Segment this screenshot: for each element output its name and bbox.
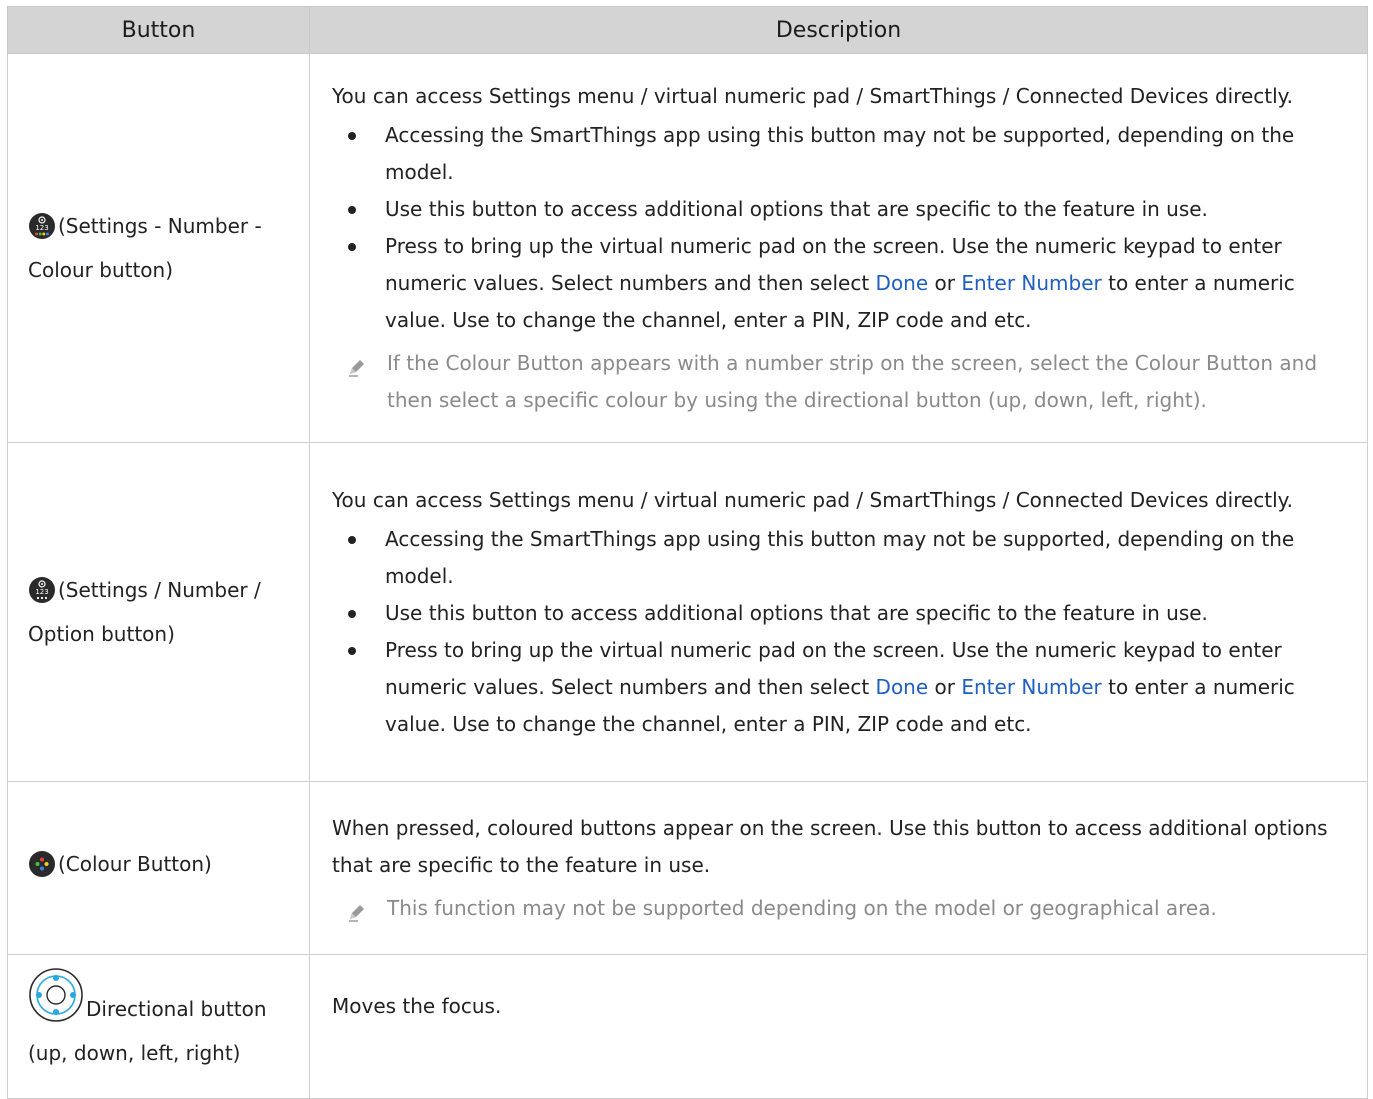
list-item: Use this button to access additional opt…: [348, 595, 1349, 632]
pencil-icon: [346, 898, 368, 922]
list-item: Accessing the SmartThings app using this…: [348, 117, 1349, 191]
table-row: 123 (Settings / Number / Option button) …: [7, 442, 1368, 782]
list-item: Accessing the SmartThings app using this…: [348, 521, 1349, 595]
text-fragment: or: [928, 270, 962, 295]
description-intro: Moves the focus.: [332, 994, 502, 1018]
button-cell: Directional button (up, down, left, righ…: [7, 954, 310, 1099]
remote-buttons-table: Button Description 123 (Settings - Numbe…: [7, 6, 1368, 1099]
button-cell: 123 (Settings - Number - Colour button): [7, 53, 310, 443]
text-fragment: or: [928, 674, 962, 699]
done-link[interactable]: Done: [876, 675, 929, 699]
description-intro: You can access Settings menu / virtual n…: [332, 83, 1294, 108]
directional-button-icon: [28, 967, 84, 1035]
svg-text:123: 123: [35, 588, 48, 596]
svg-text:123: 123: [35, 224, 48, 232]
button-label: (Colour Button): [58, 852, 212, 876]
description-cell: Moves the focus.: [309, 954, 1368, 1099]
button-label: (Settings - Number - Colour button): [28, 213, 262, 282]
button-cell: 123 (Settings / Number / Option button): [7, 442, 310, 782]
list-item: Press to bring up the virtual numeric pa…: [348, 228, 1349, 339]
table-header-row: Button Description: [7, 6, 1368, 54]
table-row: Directional button (up, down, left, righ…: [7, 954, 1368, 1099]
list-item: Press to bring up the virtual numeric pa…: [348, 632, 1349, 743]
bullet-list: Accessing the SmartThings app using this…: [332, 521, 1349, 743]
note: This function may not be supported depen…: [332, 890, 1349, 927]
header-button: Button: [7, 6, 310, 54]
description-cell: You can access Settings menu / virtual n…: [309, 53, 1368, 443]
settings-number-option-icon: 123: [28, 576, 56, 616]
enter-number-link[interactable]: Enter Number: [961, 271, 1101, 295]
button-cell: (Colour Button): [7, 781, 310, 955]
note-text: If the Colour Button appears with a numb…: [387, 350, 1318, 412]
colour-button-icon: [28, 850, 56, 890]
pencil-icon: [346, 353, 368, 377]
button-label: (Settings / Number / Option button): [28, 577, 261, 646]
note-text: This function may not be supported depen…: [387, 895, 1217, 920]
description-cell: You can access Settings menu / virtual n…: [309, 442, 1368, 782]
bullet-list: Accessing the SmartThings app using this…: [332, 117, 1349, 339]
description-cell: When pressed, coloured buttons appear on…: [309, 781, 1368, 955]
table-row: 123 (Settings - Number - Colour button) …: [7, 53, 1368, 443]
description-intro: You can access Settings menu / virtual n…: [332, 487, 1294, 512]
description-intro: When pressed, coloured buttons appear on…: [332, 815, 1328, 877]
enter-number-link[interactable]: Enter Number: [961, 675, 1101, 699]
note: If the Colour Button appears with a numb…: [332, 345, 1349, 419]
table-row: (Colour Button) When pressed, coloured b…: [7, 781, 1368, 955]
header-description: Description: [309, 6, 1368, 54]
list-item: Use this button to access additional opt…: [348, 191, 1349, 228]
done-link[interactable]: Done: [876, 271, 929, 295]
settings-number-colour-icon: 123: [28, 212, 56, 252]
